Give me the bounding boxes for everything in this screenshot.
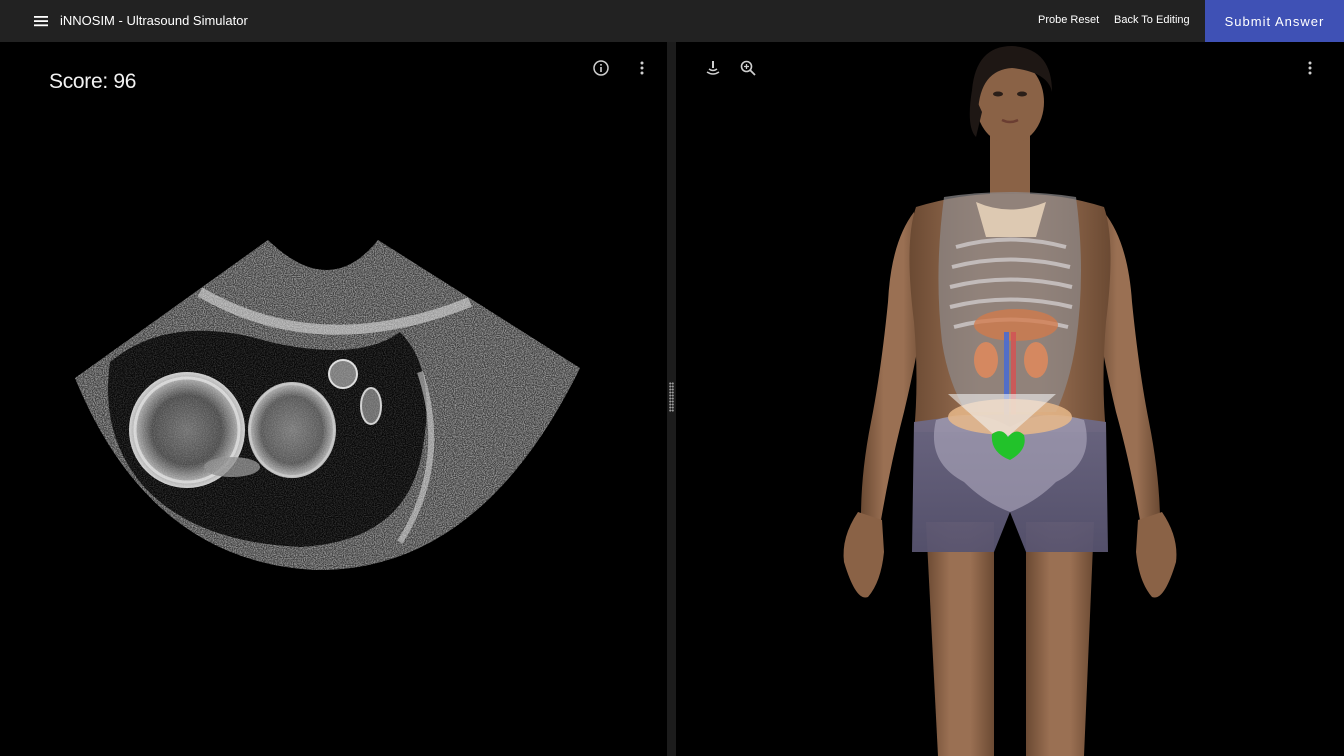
ultrasound-panel: Score: 96 xyxy=(0,42,667,756)
more-vert-icon[interactable] xyxy=(1299,57,1321,79)
probe-icon[interactable] xyxy=(702,57,724,79)
back-to-editing-button[interactable]: Back To Editing xyxy=(1114,14,1190,26)
panel-splitter[interactable] xyxy=(667,42,676,756)
anatomy-panel xyxy=(676,42,1344,756)
submit-answer-button[interactable]: Submit Answer xyxy=(1205,0,1344,42)
probe-reset-button[interactable]: Probe Reset xyxy=(1038,14,1099,26)
hamburger-menu-icon[interactable] xyxy=(30,12,52,30)
ultrasound-image[interactable] xyxy=(0,42,667,756)
splitter-grip-icon[interactable] xyxy=(669,382,674,412)
anatomy-model[interactable] xyxy=(676,42,1344,756)
app-title: iNNOSIM - Ultrasound Simulator xyxy=(60,13,248,28)
app-header: iNNOSIM - Ultrasound Simulator Probe Res… xyxy=(0,0,1344,42)
zoom-in-icon[interactable] xyxy=(737,57,759,79)
